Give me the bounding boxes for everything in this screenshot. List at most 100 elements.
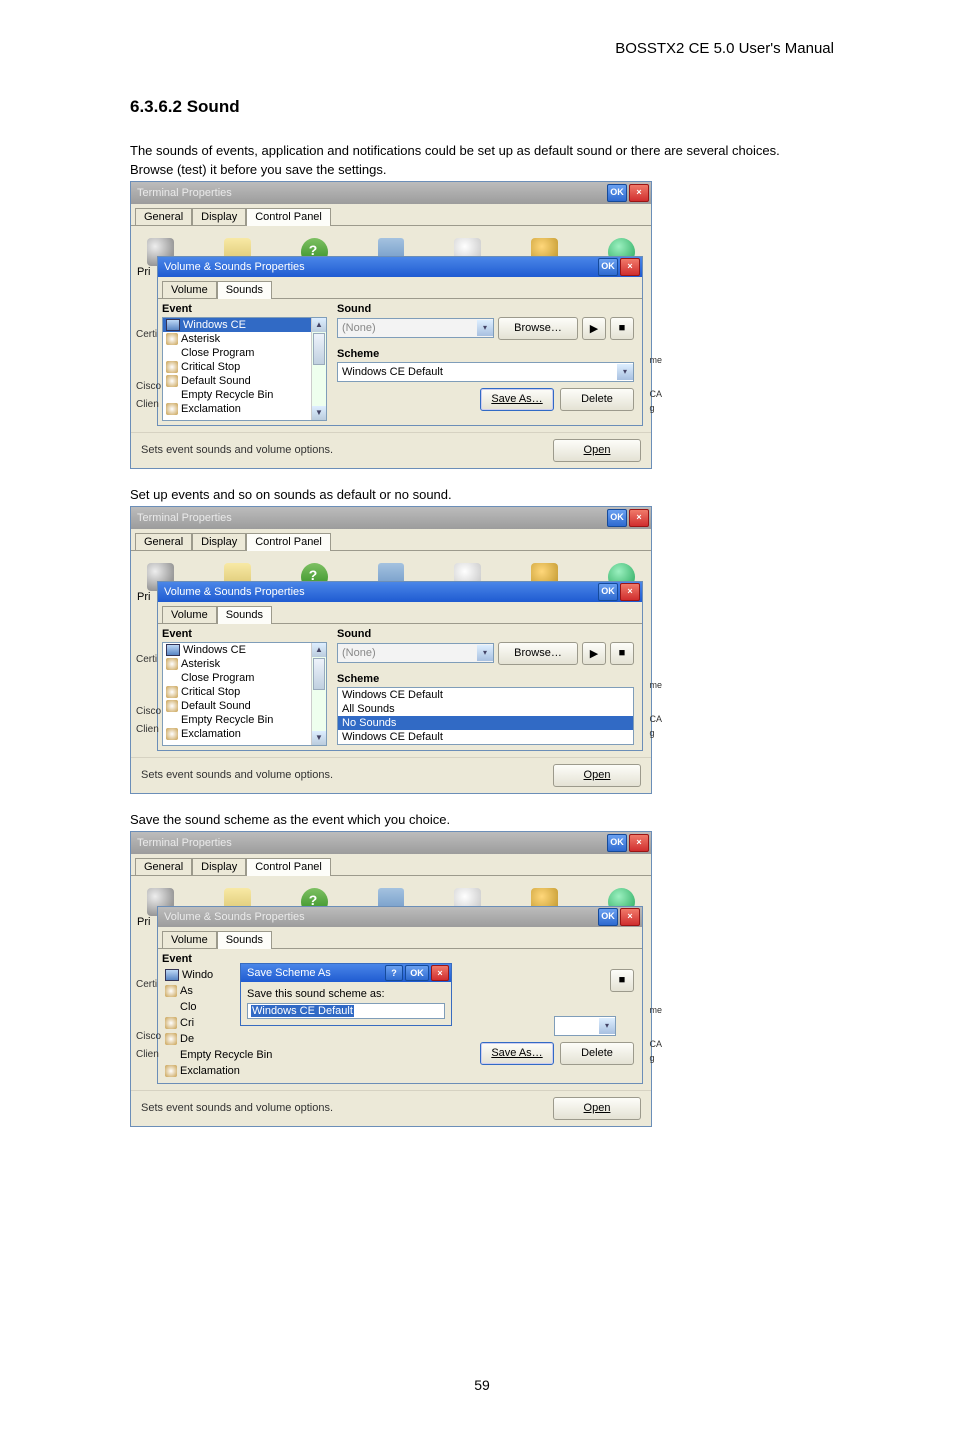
scheme-option[interactable]: No Sounds: [338, 716, 633, 730]
side-cisco-label: Cisco: [136, 1031, 161, 1049]
sound-label: Sound: [337, 303, 634, 315]
event-item[interactable]: Default Sound: [181, 700, 251, 712]
status-text: Sets event sounds and volume options.: [141, 769, 553, 781]
event-item[interactable]: Asterisk: [181, 658, 220, 670]
event-item[interactable]: Asterisk: [181, 333, 220, 345]
close-button[interactable]: ×: [629, 509, 649, 527]
event-item[interactable]: Empty Recycle Bin: [181, 714, 273, 726]
tab-sounds[interactable]: Sounds: [217, 931, 272, 948]
tab-sounds[interactable]: Sounds: [217, 606, 272, 623]
status-text: Sets event sounds and volume options.: [141, 1102, 553, 1114]
close-button[interactable]: ×: [629, 184, 649, 202]
play-button[interactable]: ▶: [582, 317, 606, 340]
event-item: Cri: [180, 1016, 194, 1030]
chevron-down-icon[interactable]: ▾: [599, 1018, 615, 1034]
terminal-properties-window: Terminal Properties OK × General Display…: [130, 831, 652, 1127]
side-cisco-label: Cisco: [136, 381, 161, 399]
close-button[interactable]: ×: [620, 583, 640, 601]
open-button[interactable]: Open: [553, 1097, 641, 1120]
chevron-down-icon[interactable]: ▾: [477, 645, 493, 661]
event-item[interactable]: Windows CE: [183, 319, 246, 331]
status-text: Sets event sounds and volume options.: [141, 444, 553, 456]
scheme-select-open[interactable]: Windows CE Default All Sounds No Sounds …: [337, 687, 634, 745]
sound-select[interactable]: (None) ▾: [337, 643, 494, 663]
stop-button[interactable]: ■: [610, 969, 634, 992]
tab-general[interactable]: General: [135, 533, 192, 550]
tab-display[interactable]: Display: [192, 858, 246, 875]
chevron-down-icon[interactable]: ▾: [477, 320, 493, 336]
tab-general[interactable]: General: [135, 858, 192, 875]
close-button[interactable]: ×: [620, 908, 640, 926]
sound-select[interactable]: (None) ▾: [337, 318, 494, 338]
event-item[interactable]: Exclamation: [181, 728, 241, 740]
ok-button[interactable]: OK: [607, 834, 627, 852]
event-label: Event: [162, 303, 327, 315]
tab-display[interactable]: Display: [192, 533, 246, 550]
window-title: Terminal Properties: [137, 187, 605, 199]
ok-button[interactable]: OK: [607, 509, 627, 527]
intro-paragraph-1: The sounds of events, application and no…: [130, 143, 834, 160]
play-button[interactable]: ▶: [582, 642, 606, 665]
save-as-button[interactable]: Save As…: [480, 388, 554, 411]
event-item[interactable]: Close Program: [181, 347, 254, 359]
scheme-value: Windows CE Default: [338, 366, 617, 378]
sound-label: Sound: [337, 628, 634, 640]
stop-button[interactable]: ■: [610, 642, 634, 665]
save-as-button[interactable]: Save As…: [480, 1042, 554, 1065]
event-item[interactable]: Close Program: [181, 672, 254, 684]
scheme-select[interactable]: Windows CE Default ▾: [337, 362, 634, 382]
scheme-option[interactable]: Windows CE Default: [338, 688, 633, 702]
event-item[interactable]: Empty Recycle Bin: [181, 389, 273, 401]
chevron-down-icon[interactable]: ▾: [617, 364, 633, 380]
event-item[interactable]: Windows CE: [183, 644, 246, 656]
tab-volume[interactable]: Volume: [162, 931, 217, 948]
tab-volume[interactable]: Volume: [162, 606, 217, 623]
side-cisco-label: Cisco: [136, 706, 161, 724]
event-item[interactable]: Exclamation: [181, 403, 241, 415]
event-item: Windo: [182, 968, 213, 982]
tab-controlpanel[interactable]: Control Panel: [246, 208, 331, 225]
browse-button[interactable]: Browse…: [498, 317, 578, 340]
side-cert-label: Certi: [136, 329, 161, 347]
close-button[interactable]: ×: [620, 258, 640, 276]
tab-display[interactable]: Display: [192, 208, 246, 225]
ok-button[interactable]: OK: [598, 908, 618, 926]
caption-3: Save the sound scheme as the event which…: [130, 812, 834, 829]
open-button[interactable]: Open: [553, 439, 641, 462]
scheme-name-input[interactable]: Windows CE Default: [251, 1005, 354, 1017]
open-button[interactable]: Open: [553, 764, 641, 787]
tab-volume[interactable]: Volume: [162, 281, 217, 298]
scheme-select[interactable]: ▾: [554, 1016, 616, 1036]
sound-value: (None): [338, 647, 477, 659]
tab-general[interactable]: General: [135, 208, 192, 225]
tab-controlpanel[interactable]: Control Panel: [246, 533, 331, 550]
event-listbox[interactable]: Windows CE Asterisk Close Program Critic…: [162, 642, 327, 746]
pri-label: Pri: [137, 591, 150, 603]
side-client-label: Clien: [136, 724, 161, 742]
event-label: Event: [162, 628, 327, 640]
scheme-option[interactable]: Windows CE Default: [338, 730, 633, 744]
delete-button[interactable]: Delete: [560, 1042, 634, 1065]
ok-button[interactable]: OK: [598, 583, 618, 601]
scheme-label: Scheme: [337, 348, 634, 360]
scheme-option[interactable]: All Sounds: [338, 702, 633, 716]
tab-sounds[interactable]: Sounds: [217, 281, 272, 298]
stop-button[interactable]: ■: [610, 317, 634, 340]
close-button[interactable]: ×: [629, 834, 649, 852]
sound-value: (None): [338, 322, 477, 334]
side-client-label: Clien: [136, 399, 161, 417]
side-client-label: Clien: [136, 1049, 161, 1067]
vs-title: Volume & Sounds Properties: [164, 261, 596, 273]
event-item: Empty Recycle Bin: [180, 1048, 272, 1062]
event-listbox[interactable]: Windows CE Asterisk Close Program Critic…: [162, 317, 327, 421]
ok-button[interactable]: OK: [607, 184, 627, 202]
ok-button[interactable]: OK: [598, 258, 618, 276]
event-item[interactable]: Default Sound: [181, 375, 251, 387]
tab-controlpanel[interactable]: Control Panel: [246, 858, 331, 875]
event-item[interactable]: Critical Stop: [181, 361, 240, 373]
delete-button[interactable]: Delete: [560, 388, 634, 411]
browse-button[interactable]: Browse…: [498, 642, 578, 665]
window-title: Terminal Properties: [137, 837, 605, 849]
intro-paragraph-2: Browse (test) it before you save the set…: [130, 162, 834, 179]
event-item[interactable]: Critical Stop: [181, 686, 240, 698]
